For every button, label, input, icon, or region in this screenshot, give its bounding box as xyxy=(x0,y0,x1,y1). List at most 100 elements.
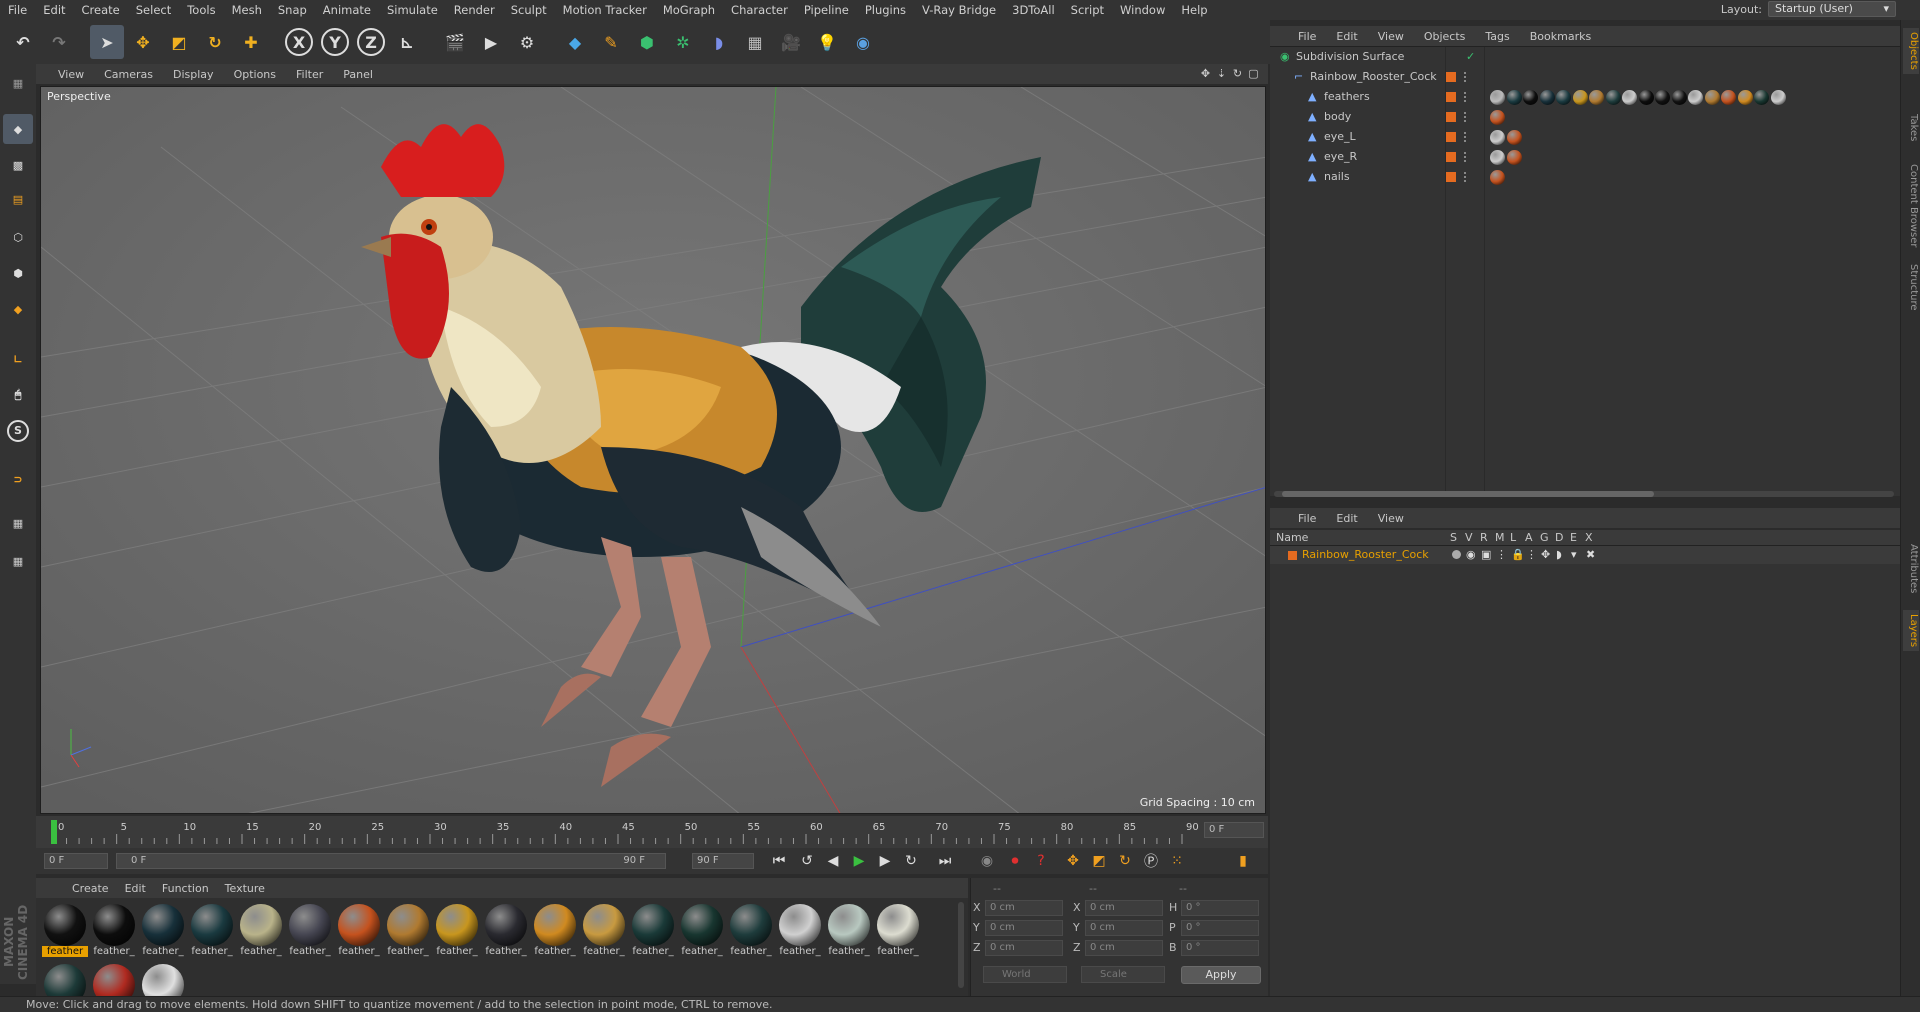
z-axis-button[interactable]: Z xyxy=(354,25,388,59)
material-tag-icon[interactable] xyxy=(1490,150,1505,165)
axis-mode-button[interactable]: ∟ xyxy=(3,344,33,374)
render-settings-button[interactable]: ⚙ xyxy=(510,25,544,59)
polygons-mode-button[interactable]: ◆ xyxy=(3,294,33,324)
coord-value-field[interactable]: 0 ° xyxy=(1181,940,1259,956)
material-swatch[interactable]: feather_ xyxy=(777,904,823,960)
coordinate-space-dropdown[interactable]: World xyxy=(983,966,1067,983)
coordinate-mode-dropdown[interactable]: Scale xyxy=(1081,966,1165,983)
viewport-menu-options[interactable]: Options xyxy=(224,68,286,81)
visibility-dots-icon[interactable] xyxy=(1464,132,1468,142)
generator-icon[interactable]: ✥ xyxy=(1541,548,1550,561)
key-pla-button[interactable]: ⁙ xyxy=(1166,851,1188,871)
menu-edit[interactable]: Edit xyxy=(35,0,73,20)
menu-script[interactable]: Script xyxy=(1063,0,1112,20)
menu-mesh[interactable]: Mesh xyxy=(224,0,270,20)
camera-button[interactable]: 🎥 xyxy=(774,25,808,59)
menu-motion-tracker[interactable]: Motion Tracker xyxy=(555,0,655,20)
visibility-dots-icon[interactable] xyxy=(1464,172,1468,182)
subdivision-button[interactable]: ⬢ xyxy=(630,25,664,59)
object-row[interactable]: ▲ eye_R xyxy=(1270,147,1900,167)
layer-column-name[interactable]: Name xyxy=(1276,531,1308,544)
layer-column-l[interactable]: L xyxy=(1510,531,1516,544)
material-menu-function[interactable]: Function xyxy=(154,882,217,895)
viewport-menu-view[interactable]: View xyxy=(48,68,94,81)
object-menu-bookmarks[interactable]: Bookmarks xyxy=(1520,30,1601,43)
material-tag-icon[interactable] xyxy=(1688,90,1703,105)
move-tool-button[interactable]: ✥ xyxy=(126,25,160,59)
coord-value-field[interactable]: 0 cm xyxy=(985,900,1063,916)
tweak-mode-button[interactable]: 🖱 xyxy=(3,380,33,410)
transform-tool-button[interactable]: ✚ xyxy=(234,25,268,59)
menu-tools[interactable]: Tools xyxy=(179,0,223,20)
material-tag-icon[interactable] xyxy=(1506,130,1522,145)
panel-tab-structure[interactable]: Structure xyxy=(1903,260,1919,315)
deformer-button[interactable]: ◗ xyxy=(702,25,736,59)
array-button[interactable]: ✲ xyxy=(666,25,700,59)
menu-select[interactable]: Select xyxy=(128,0,179,20)
visibility-dots-icon[interactable] xyxy=(1464,72,1468,82)
menu-sculpt[interactable]: Sculpt xyxy=(503,0,555,20)
manager-icon[interactable]: ⋮ xyxy=(1496,548,1507,561)
material-swatch[interactable]: feather xyxy=(42,904,88,960)
material-swatch[interactable]: feather_ xyxy=(91,904,137,960)
viewport-menu-display[interactable]: Display xyxy=(163,68,224,81)
object-menu-file[interactable]: File xyxy=(1288,30,1326,43)
material-swatch[interactable]: feather_ xyxy=(140,904,186,960)
timeline-window-button[interactable]: ▮ xyxy=(1232,851,1254,871)
viewport-menu-panel[interactable]: Panel xyxy=(333,68,383,81)
go-to-end-button[interactable]: ⏭ xyxy=(934,851,956,871)
menu-render[interactable]: Render xyxy=(446,0,503,20)
layer-color-icon[interactable] xyxy=(1446,152,1456,162)
material-tag-icon[interactable] xyxy=(1506,90,1522,105)
menu-3dtoall[interactable]: 3DToAll xyxy=(1004,0,1063,20)
material-swatch[interactable]: feather_ xyxy=(238,904,284,960)
enabled-check-icon[interactable]: ✓ xyxy=(1466,50,1475,63)
menu-create[interactable]: Create xyxy=(74,0,128,20)
material-swatch[interactable]: feather_ xyxy=(189,904,235,960)
magnet-button[interactable]: ⊃ xyxy=(3,464,33,494)
layer-color-icon[interactable] xyxy=(1446,132,1456,142)
material-menu-edit[interactable]: Edit xyxy=(117,882,154,895)
model-mode-button[interactable]: ◆ xyxy=(3,114,33,144)
menu-help[interactable]: Help xyxy=(1173,0,1215,20)
cube-primitive-button[interactable]: ◆ xyxy=(558,25,592,59)
material-swatch[interactable]: feather_ xyxy=(728,904,774,960)
lock-workplane-button[interactable]: ▦ xyxy=(3,508,33,538)
render-icon[interactable]: ▣ xyxy=(1481,548,1491,561)
menu-file[interactable]: File xyxy=(0,0,35,20)
dolly-icon[interactable]: ⇣ xyxy=(1215,67,1228,80)
material-swatch[interactable]: feather_ xyxy=(336,904,382,960)
material-tag-icon[interactable] xyxy=(1655,90,1670,105)
layer-column-x[interactable]: X xyxy=(1585,531,1593,544)
pen-spline-button[interactable]: ✎ xyxy=(594,25,628,59)
panel-tab-objects[interactable]: Objects xyxy=(1903,28,1919,74)
material-swatch[interactable]: feather_ xyxy=(679,904,725,960)
material-menu-texture[interactable]: Texture xyxy=(217,882,273,895)
material-swatch[interactable]: feather_ xyxy=(826,904,872,960)
material-tag-icon[interactable] xyxy=(1572,90,1588,105)
layer-column-d[interactable]: D xyxy=(1555,531,1563,544)
rotate-tool-button[interactable]: ↻ xyxy=(198,25,232,59)
redo-button[interactable]: ↷ xyxy=(42,25,76,59)
layer-column-r[interactable]: R xyxy=(1480,531,1488,544)
material-tag-icon[interactable] xyxy=(1506,150,1522,165)
points-mode-button[interactable]: ⬡ xyxy=(3,222,33,252)
floor-button[interactable]: ▦ xyxy=(738,25,772,59)
key-position-button[interactable]: ✥ xyxy=(1062,851,1084,871)
viewport-menu-cameras[interactable]: Cameras xyxy=(94,68,163,81)
python-button[interactable]: ◉ xyxy=(846,25,880,59)
material-scrollbar[interactable] xyxy=(958,902,964,988)
end-frame-field[interactable]: 90 F xyxy=(692,853,754,869)
menu-animate[interactable]: Animate xyxy=(315,0,379,20)
visibility-dots-icon[interactable] xyxy=(1464,92,1468,102)
go-to-start-button[interactable]: ⏮ xyxy=(768,851,790,871)
coord-value-field[interactable]: 0 cm xyxy=(985,920,1063,936)
current-frame-field[interactable]: 0 F xyxy=(1204,822,1264,838)
layer-row[interactable]: Rainbow_Rooster_Cock ◉ ▣ ⋮ 🔒 ⋮ ✥ ◗ ▾ ✖ xyxy=(1270,546,1900,564)
material-swatch[interactable]: feather_ xyxy=(532,904,578,960)
coord-value-field[interactable]: 0 ° xyxy=(1181,900,1259,916)
menu-character[interactable]: Character xyxy=(723,0,796,20)
render-picture-viewer-button[interactable]: ▶ xyxy=(474,25,508,59)
orbit-icon[interactable]: ↻ xyxy=(1231,67,1244,80)
layer-column-a[interactable]: A xyxy=(1525,531,1533,544)
